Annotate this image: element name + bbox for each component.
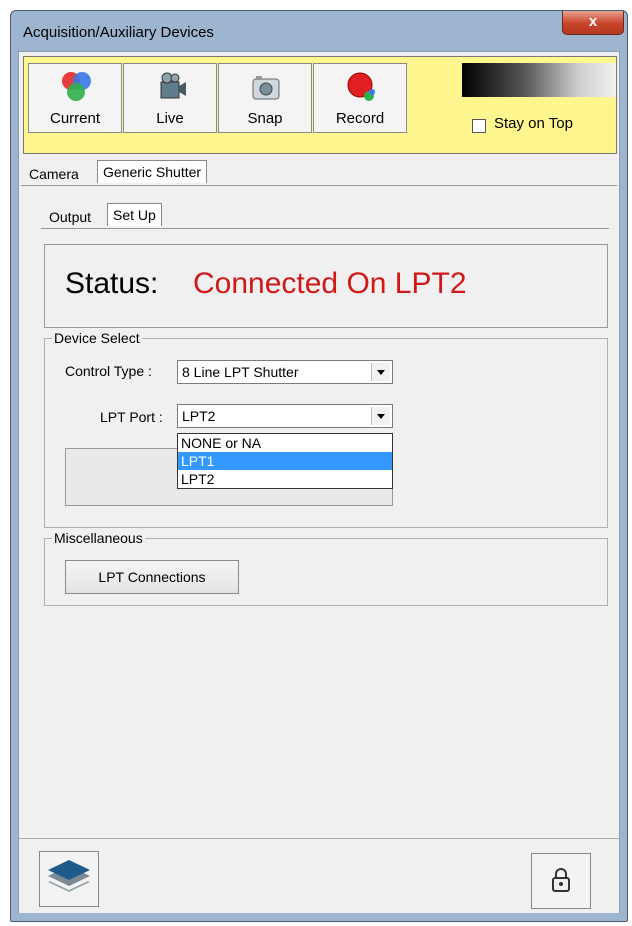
current-button[interactable]: Current: [28, 63, 122, 133]
control-type-select[interactable]: 8 Line LPT Shutter: [177, 360, 393, 384]
outer-tab-divider: [21, 185, 617, 186]
inner-tab-divider: [41, 228, 609, 229]
window-title: Acquisition/Auxiliary Devices: [23, 24, 214, 41]
lpt-connections-button[interactable]: LPT Connections: [65, 560, 239, 594]
lpt-port-select[interactable]: LPT2: [177, 404, 393, 428]
title-bar[interactable]: Acquisition/Auxiliary Devices x: [11, 11, 627, 51]
control-type-value: 8 Line LPT Shutter: [182, 364, 299, 380]
bottom-bar: [19, 838, 619, 913]
rgb-circles-icon: [62, 72, 91, 101]
toolbar: Current Live Snap Record Stay on Top: [23, 56, 617, 154]
status-label: Status:: [65, 267, 159, 300]
dropdown-option[interactable]: LPT2: [178, 470, 392, 488]
photo-camera-icon: [252, 76, 280, 100]
layers-button[interactable]: [39, 851, 99, 907]
record-label: Record: [335, 110, 385, 127]
lpt-port-value: LPT2: [182, 408, 216, 424]
stay-on-top-checkbox[interactable]: [472, 119, 486, 133]
tab-set-up[interactable]: Set Up: [107, 203, 162, 226]
layers-icon: [48, 860, 90, 892]
lock-icon: [552, 868, 570, 892]
main-window: Acquisition/Auxiliary Devices x Current: [10, 10, 628, 922]
chevron-down-icon[interactable]: [371, 407, 390, 425]
video-camera-icon: [160, 72, 186, 99]
lpt-port-dropdown-list: NONE or NA LPT1 LPT2: [177, 433, 393, 489]
live-label: Live: [156, 110, 184, 127]
tab-output[interactable]: Output: [49, 209, 91, 225]
snap-button[interactable]: Snap: [218, 63, 312, 133]
chevron-down-icon[interactable]: [371, 363, 390, 381]
status-value: Connected On LPT2: [193, 267, 467, 300]
client-area: Current Live Snap Record Stay on Top Cam…: [18, 51, 620, 913]
tab-camera[interactable]: Camera: [29, 166, 79, 182]
miscellaneous-title: Miscellaneous: [52, 530, 145, 546]
control-type-label: Control Type :: [65, 363, 152, 379]
close-button[interactable]: x: [562, 11, 624, 35]
live-button[interactable]: Live: [123, 63, 217, 133]
dropdown-option-highlighted[interactable]: LPT1: [178, 452, 392, 470]
lock-button[interactable]: [531, 853, 591, 909]
record-icon: [347, 72, 375, 101]
intensity-gradient: [462, 63, 616, 97]
lpt-port-label: LPT Port :: [100, 409, 163, 425]
tab-generic-shutter[interactable]: Generic Shutter: [97, 160, 208, 183]
record-button[interactable]: Record: [313, 63, 407, 133]
status-panel: Status: Connected On LPT2: [44, 244, 608, 328]
snap-label: Snap: [247, 110, 283, 127]
stay-on-top-label: Stay on Top: [494, 115, 573, 132]
device-select-title: Device Select: [52, 330, 142, 346]
current-label: Current: [49, 110, 101, 127]
dropdown-option[interactable]: NONE or NA: [178, 434, 392, 452]
